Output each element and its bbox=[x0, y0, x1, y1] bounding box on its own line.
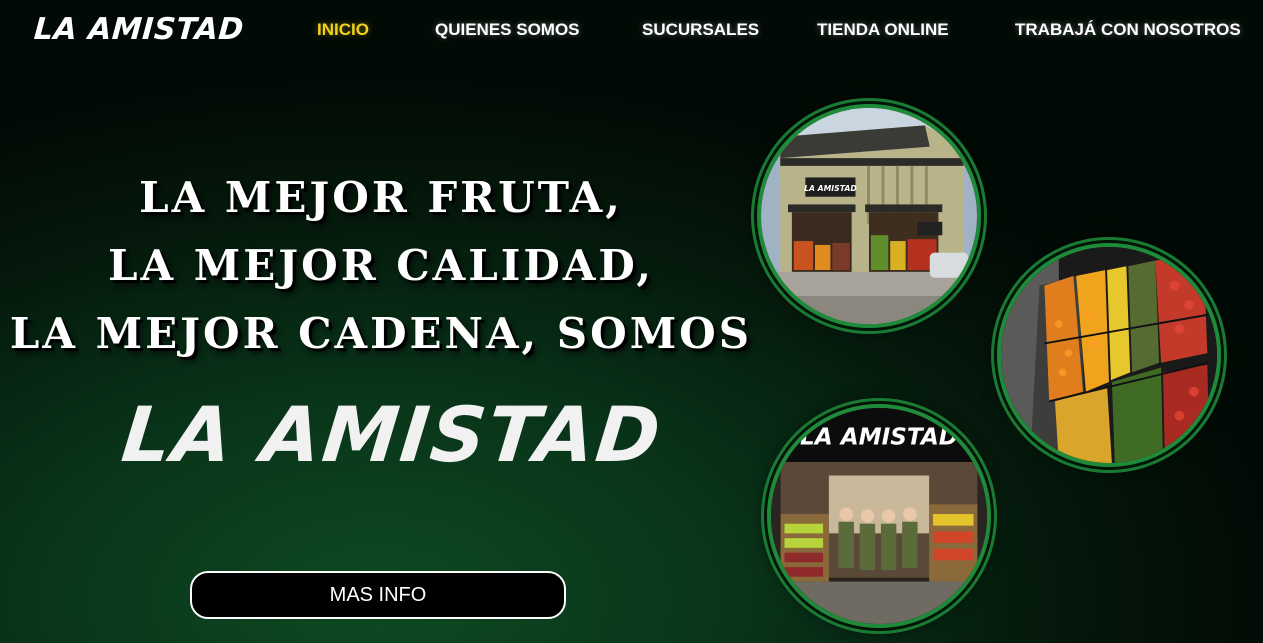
nav-item-tienda-online[interactable]: TIENDA ONLINE bbox=[817, 20, 949, 40]
mas-info-button[interactable]: MAS INFO bbox=[190, 571, 566, 619]
store-sign-text: LA AMISTAD bbox=[804, 184, 857, 193]
produce-shelves-photo bbox=[997, 243, 1221, 467]
main-nav: INICIO QUIENES SOMOS SUCURSALES TIENDA O… bbox=[0, 20, 1263, 42]
hero-line-1: LA MEJOR FRUTA, bbox=[139, 173, 623, 222]
hero-line-2: LA MEJOR CALIDAD, bbox=[108, 241, 654, 290]
staff-storefront-photo: LA AMISTAD bbox=[767, 404, 991, 628]
hero-headline: LA MEJOR FRUTA, LA MEJOR CALIDAD, LA MEJ… bbox=[0, 164, 762, 368]
hero-brand-name: LA AMISTAD bbox=[117, 390, 667, 479]
hero-line-3: LA MEJOR CADENA, SOMOS bbox=[9, 309, 753, 358]
nav-item-quienes-somos[interactable]: QUIENES SOMOS bbox=[435, 20, 580, 40]
staff-sign-text: LA AMISTAD bbox=[800, 425, 958, 451]
nav-item-inicio[interactable]: INICIO bbox=[317, 20, 369, 40]
nav-item-trabaja-con-nosotros[interactable]: TRABAJÁ CON NOSOTROS bbox=[1015, 20, 1241, 40]
nav-item-sucursales[interactable]: SUCURSALES bbox=[642, 20, 759, 40]
storefront-photo: LA AMISTAD bbox=[757, 104, 981, 328]
